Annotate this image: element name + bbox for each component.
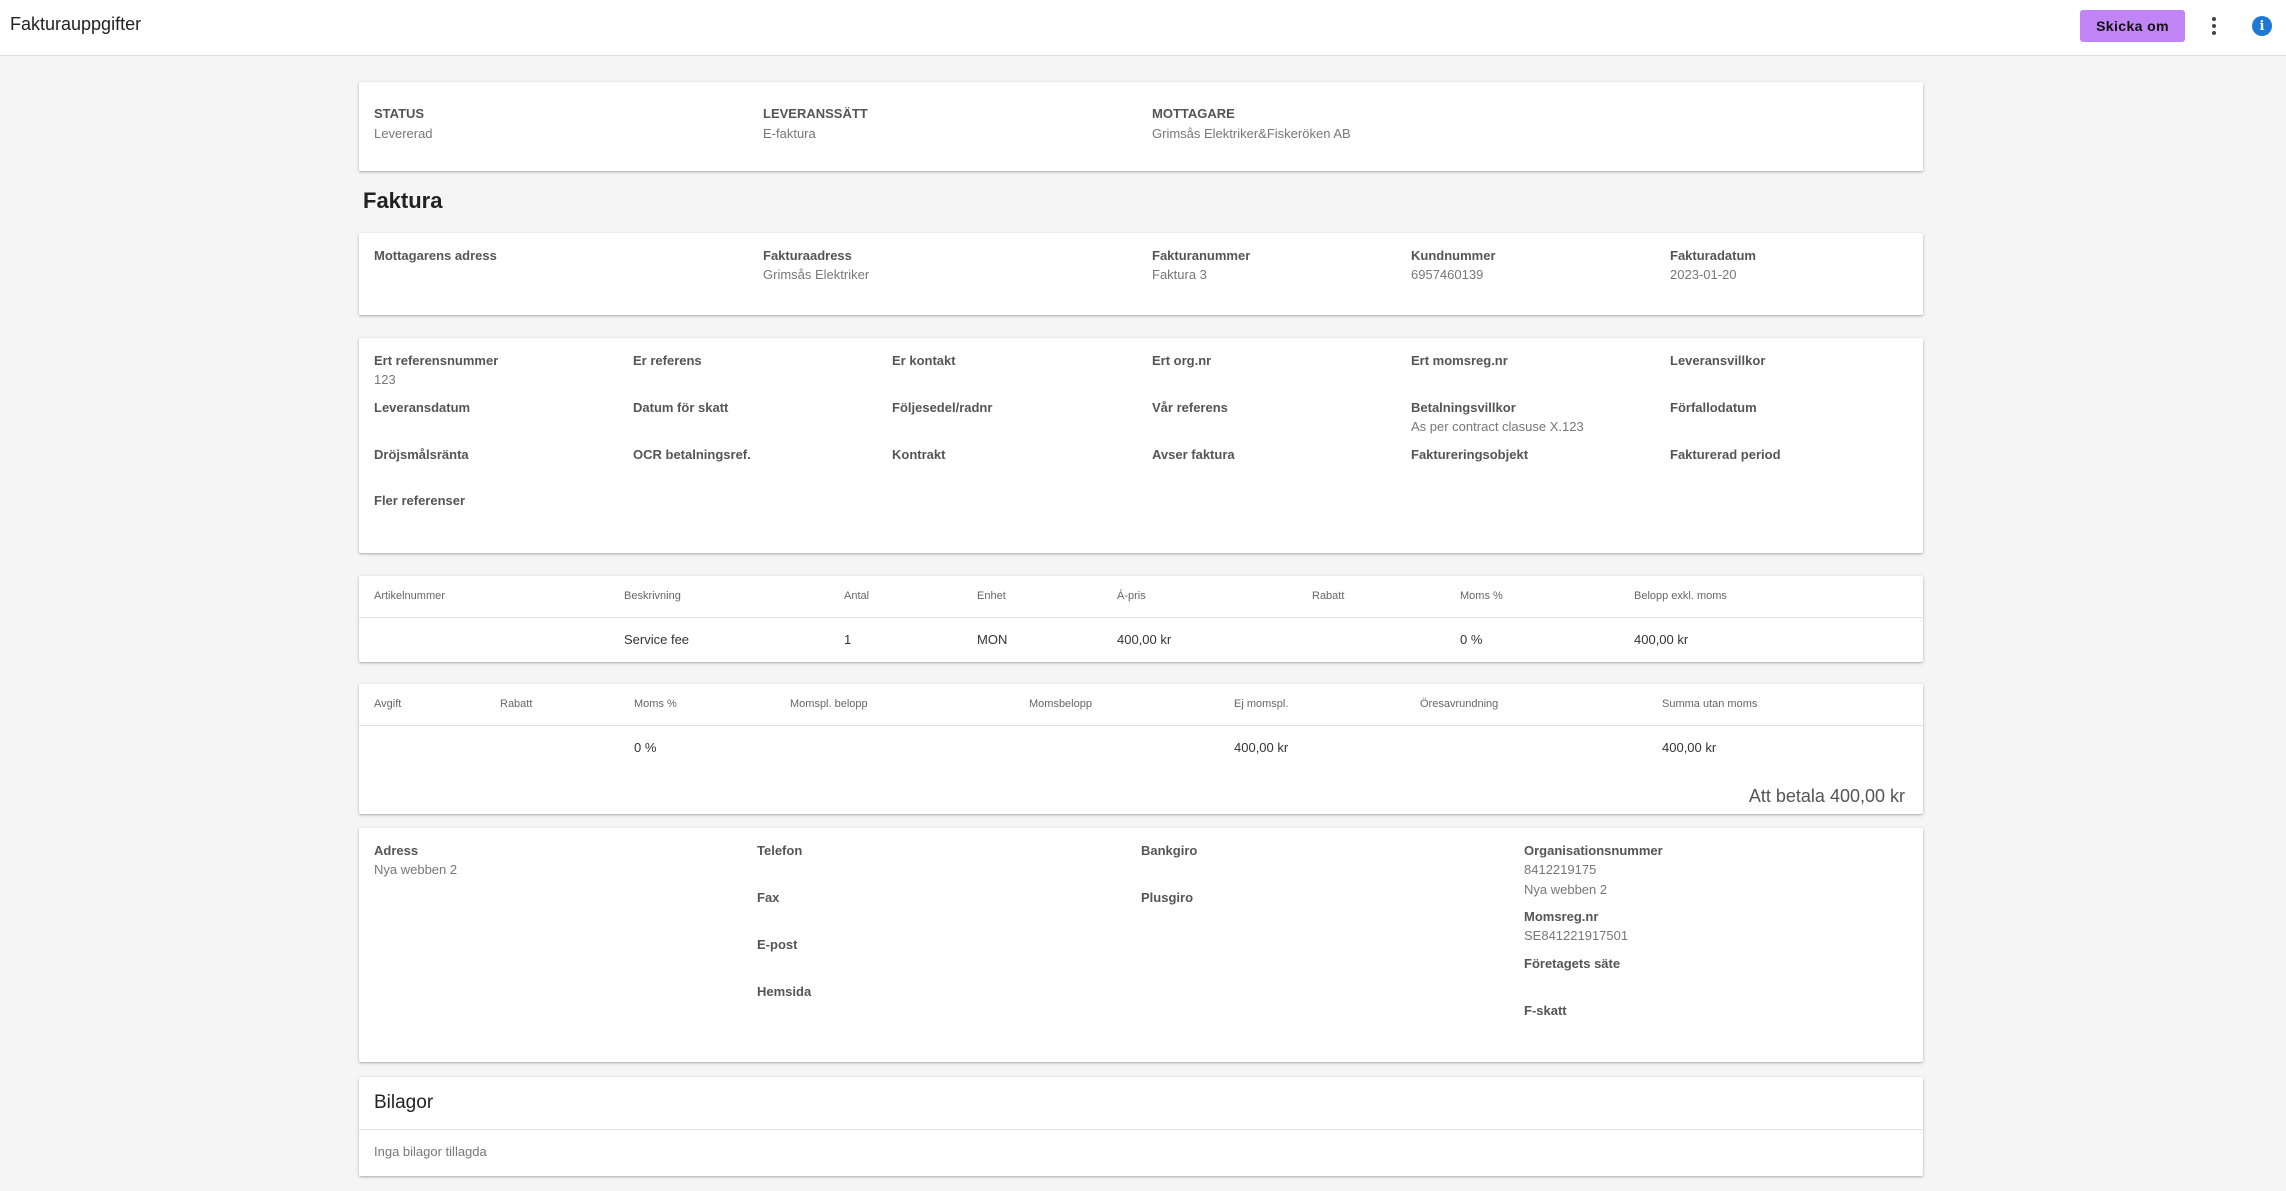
ref-label: Följesedel/radnr (892, 400, 993, 415)
bankgiro-label: Bankgiro (1141, 843, 1198, 858)
delivery-method-label: LEVERANSSÄTT (763, 106, 868, 121)
table-cell: 400,00 kr (1234, 740, 1289, 755)
ref-label: Leveransvillkor (1670, 353, 1766, 368)
column-header: Beskrivning (624, 590, 681, 602)
invoice-address-value: Grimsås Elektriker (763, 267, 870, 282)
plusgiro-label: Plusgiro (1141, 890, 1194, 905)
page-title: Fakturauppgifter (10, 14, 142, 34)
column-header: Enhet (977, 590, 1006, 602)
status-summary-card: STATUS Levererad LEVERANSSÄTT E-faktura … (359, 82, 1923, 171)
ref-value: As per contract clasuse X.123 (1411, 419, 1584, 434)
org-number-label: Organisationsnummer (1524, 843, 1663, 858)
delivery-method-value: E-faktura (763, 126, 816, 141)
resend-button[interactable]: Skicka om (2080, 10, 2185, 42)
company-seat-label: Företagets säte (1524, 956, 1621, 971)
ref-label: Ert momsreg.nr (1411, 353, 1508, 368)
org-number-value: 8412219175 (1524, 862, 1597, 877)
table-cell: MON (977, 632, 1008, 647)
fax-label: Fax (757, 890, 780, 905)
ref-label: Er kontakt (892, 353, 956, 368)
recipient-address-label: Mottagarens adress (374, 248, 497, 263)
ref-label: Dröjsmålsränta (374, 447, 469, 462)
divider (359, 725, 1923, 726)
column-header: Summa utan moms (1662, 698, 1758, 710)
address-value: Nya webben 2 (374, 862, 458, 877)
email-label: E-post (757, 937, 798, 952)
column-header: Rabatt (500, 698, 533, 710)
column-header: Öresavrundning (1420, 698, 1499, 710)
column-header: Belopp exkl. moms (1634, 590, 1727, 602)
attachments-title: Bilagor (374, 1092, 434, 1113)
table-cell: Service fee (624, 632, 690, 647)
info-icon[interactable]: i (2252, 16, 2272, 36)
org-address-value: Nya webben 2 (1524, 882, 1608, 897)
invoice-number-value: Faktura 3 (1152, 267, 1207, 282)
ref-label: Datum för skatt (633, 400, 729, 415)
ref-label: Förfallodatum (1670, 400, 1757, 415)
table-cell: 0 % (634, 740, 657, 755)
ref-label: Fakturerad period (1670, 447, 1781, 462)
divider (359, 617, 1923, 618)
ref-label: OCR betalningsref. (633, 447, 751, 462)
column-header: Avgift (374, 698, 402, 710)
website-label: Hemsida (757, 984, 812, 999)
ref-label: Ert org.nr (1152, 353, 1212, 368)
phone-label: Telefon (757, 843, 803, 858)
table-cell: 1 (844, 632, 852, 647)
ref-label: Leveransdatum (374, 400, 471, 415)
invoice-number-label: Fakturanummer (1152, 248, 1251, 263)
column-header: Moms % (634, 698, 677, 710)
column-header: Rabatt (1312, 590, 1345, 602)
attachments-card: Bilagor Inga bilagor tillagda (359, 1077, 1923, 1176)
table-cell: 0 % (1460, 632, 1483, 647)
column-header: Ej momspl. (1234, 698, 1289, 710)
sender-info-card: Adress Nya webben 2 Telefon Fax E-post H… (359, 828, 1923, 1062)
invoice-info-card: Mottagarens adress Fakturaadress Grimsås… (359, 233, 1923, 315)
divider (359, 1129, 1923, 1130)
invoice-address-label: Fakturaadress (763, 248, 852, 263)
vat-number-label: Momsreg.nr (1524, 909, 1599, 924)
ref-value: 123 (374, 372, 396, 387)
ref-label: Avser faktura (1152, 447, 1235, 462)
references-card: Ert referensnummer 123 Er referens Er ko… (359, 338, 1923, 553)
ref-label: Kontrakt (892, 447, 946, 462)
ref-label: Betalningsvillkor (1411, 400, 1516, 415)
ref-label: Er referens (633, 353, 702, 368)
address-label: Adress (374, 843, 419, 858)
column-header: Antal (844, 590, 870, 602)
invoice-date-value: 2023-01-20 (1670, 267, 1737, 282)
ref-label: Vår referens (1152, 400, 1228, 415)
customer-number-label: Kundnummer (1411, 248, 1496, 263)
status-label: STATUS (374, 106, 425, 121)
table-cell: 400,00 kr (1634, 632, 1689, 647)
recipient-value: Grimsås Elektriker&Fiskeröken AB (1152, 126, 1351, 141)
column-header: Moms % (1460, 590, 1503, 602)
column-header: Momspl. belopp (790, 698, 868, 710)
table-cell: 400,00 kr (1117, 632, 1172, 647)
recipient-label: MOTTAGARE (1152, 106, 1235, 121)
ref-label: Ert referensnummer (374, 353, 499, 368)
column-header: Momsbelopp (1029, 698, 1092, 710)
f-tax-label: F-skatt (1524, 1003, 1567, 1018)
top-app-bar: Fakturauppgifter Skicka om i (0, 0, 2286, 56)
more-options-icon[interactable] (2204, 12, 2224, 40)
vat-number-value: SE841221917501 (1524, 928, 1629, 943)
vat-totals-table: Avgift Rabatt Moms % Momspl. belopp Moms… (359, 684, 1923, 814)
invoice-date-label: Fakturadatum (1670, 248, 1756, 263)
column-header: Artikelnummer (374, 590, 445, 602)
status-value: Levererad (374, 126, 433, 141)
amount-due: Att betala 400,00 kr (1748, 786, 1905, 806)
no-attachments-text: Inga bilagor tillagda (374, 1144, 487, 1159)
invoice-items-table: Artikelnummer Beskrivning Antal Enhet Á-… (359, 576, 1923, 662)
invoice-heading: Faktura (363, 188, 443, 213)
table-cell: 400,00 kr (1662, 740, 1717, 755)
ref-label: Fler referenser (374, 493, 466, 508)
ref-label: Faktureringsobjekt (1411, 447, 1529, 462)
customer-number-value: 6957460139 (1411, 267, 1484, 282)
column-header: Á-pris (1117, 590, 1146, 602)
